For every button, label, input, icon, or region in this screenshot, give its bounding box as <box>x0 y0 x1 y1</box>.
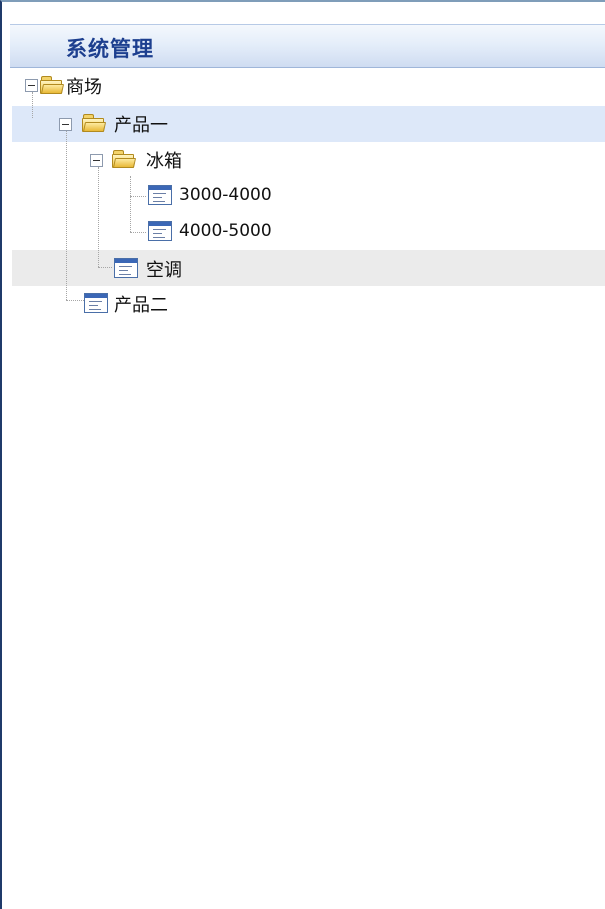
tree-node-label[interactable]: 产品二 <box>114 291 168 317</box>
collapse-toggle-icon[interactable] <box>25 79 38 92</box>
tree-node-root[interactable]: 商场 <box>2 68 202 102</box>
tree-node-label[interactable]: 3000-4000 <box>179 185 272 205</box>
tree-node-range-3000-4000[interactable]: 3000-4000 <box>2 179 302 213</box>
document-list-icon <box>114 258 138 278</box>
collapse-toggle-icon[interactable] <box>90 154 103 167</box>
tree-panel: 系统管理 商场 产品一 冰箱 3000-4000 4000-5000 空调 产品… <box>0 0 605 909</box>
tree-node-range-4000-5000[interactable]: 4000-5000 <box>2 215 302 249</box>
folder-open-icon <box>112 150 137 168</box>
tree-node-label[interactable]: 空调 <box>146 256 182 282</box>
folder-open-icon <box>82 114 107 132</box>
document-list-icon <box>148 221 172 241</box>
tree-node-ac[interactable]: 空调 <box>2 251 262 285</box>
tree-node-label[interactable]: 冰箱 <box>146 147 182 173</box>
tree-node-label[interactable]: 4000-5000 <box>179 221 272 241</box>
document-list-icon <box>148 185 172 205</box>
tree-view: 商场 产品一 冰箱 3000-4000 4000-5000 空调 产品二 <box>2 2 605 909</box>
tree-node-label[interactable]: 商场 <box>66 73 102 99</box>
tree-node-product1[interactable]: 产品一 <box>2 106 242 140</box>
collapse-toggle-icon[interactable] <box>59 118 72 131</box>
tree-node-label[interactable]: 产品一 <box>114 111 168 137</box>
tree-node-fridge[interactable]: 冰箱 <box>2 142 242 176</box>
folder-open-icon <box>40 76 65 94</box>
tree-node-product2[interactable]: 产品二 <box>2 286 242 320</box>
document-list-icon <box>84 293 108 313</box>
